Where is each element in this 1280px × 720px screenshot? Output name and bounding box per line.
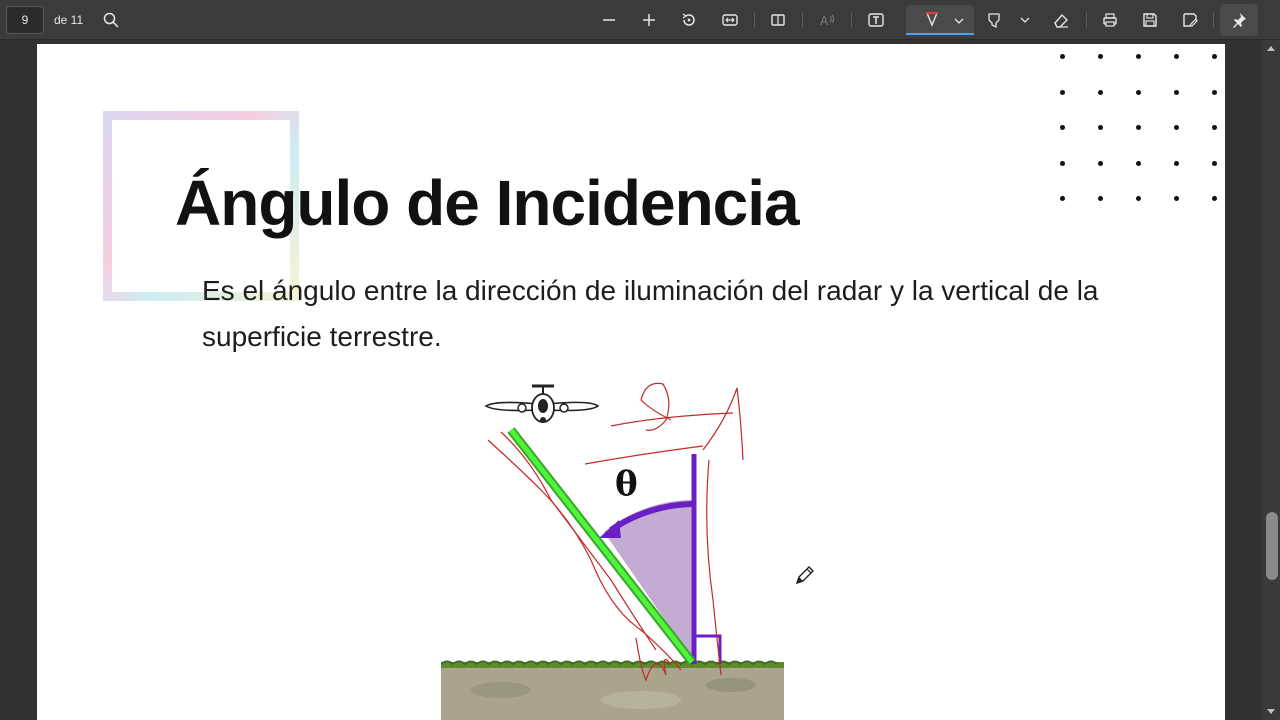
page-view-button[interactable]	[764, 6, 792, 34]
ground-terrain	[441, 660, 784, 720]
decorative-dot	[1174, 125, 1179, 130]
pin-icon	[1233, 13, 1246, 28]
right-angle-marker	[694, 634, 722, 664]
draw-tool-button[interactable]	[906, 5, 974, 35]
scrollbar-thumb[interactable]	[1266, 512, 1278, 580]
pin-toolbar-button[interactable]	[1220, 4, 1258, 36]
print-button[interactable]	[1096, 6, 1124, 34]
decorative-dot	[1098, 89, 1103, 95]
plus-icon	[643, 14, 655, 26]
decorative-dot	[1174, 89, 1179, 95]
decorative-dot	[1060, 125, 1065, 130]
decorative-dot	[1060, 54, 1065, 59]
highlight-button[interactable]	[980, 6, 1008, 34]
decorative-dot	[1098, 196, 1103, 201]
decorative-dot	[1060, 89, 1065, 95]
save-icon	[1143, 13, 1157, 27]
chevron-down-icon	[1020, 17, 1030, 23]
pdf-toolbar: 9 de 11 A	[0, 0, 1280, 40]
zoom-out-button[interactable]	[595, 6, 623, 34]
decorative-dot	[1174, 196, 1179, 201]
read-aloud-icon: A	[820, 14, 834, 28]
decorative-dot	[1174, 54, 1179, 59]
decorative-dot	[1060, 160, 1065, 166]
page-total-label: de 11	[54, 13, 84, 27]
read-aloud-button[interactable]: A	[813, 6, 841, 34]
decorative-dot	[1098, 54, 1103, 59]
decorative-dot	[1174, 160, 1179, 166]
highlight-icon	[988, 13, 1000, 29]
pencil-cursor-icon	[795, 566, 814, 585]
slide-body-text: Es el ángulo entre la dirección de ilumi…	[202, 275, 1099, 352]
airplane-icon	[484, 384, 600, 423]
save-as-icon	[1183, 13, 1198, 27]
decorative-dot	[1212, 196, 1217, 201]
eraser-icon	[1054, 13, 1068, 28]
minus-icon	[603, 19, 615, 21]
eraser-button[interactable]	[1047, 6, 1075, 34]
pdf-page[interactable]: Ángulo de Incidencia Es el ángulo entre …	[37, 44, 1225, 720]
decorative-dot-grid	[1057, 50, 1225, 210]
text-box-icon	[868, 13, 884, 27]
save-button[interactable]	[1136, 6, 1164, 34]
decorative-dot	[1212, 125, 1217, 130]
svg-text:A: A	[820, 14, 829, 28]
search-icon[interactable]	[97, 6, 125, 34]
decorative-dot	[1060, 196, 1065, 201]
decorative-dot	[1136, 196, 1141, 201]
fit-width-button[interactable]	[716, 6, 744, 34]
page-number-input[interactable]: 9	[6, 6, 44, 34]
fit-width-icon	[722, 14, 738, 26]
arrowhead-icon	[599, 520, 621, 538]
decorative-dot	[1136, 160, 1141, 166]
save-as-button[interactable]	[1176, 6, 1204, 34]
decorative-dot	[1212, 89, 1217, 95]
theta-label: θ	[615, 464, 638, 504]
page-view-icon	[771, 14, 785, 26]
chevron-down-icon	[954, 18, 964, 24]
decorative-dot	[1098, 160, 1103, 166]
decorative-dot	[1136, 125, 1141, 130]
scroll-up-arrow-icon[interactable]	[1266, 44, 1276, 52]
scroll-down-arrow-icon[interactable]	[1266, 708, 1276, 716]
print-icon	[1103, 13, 1117, 27]
draw-icon	[925, 12, 939, 27]
decorative-dot	[1212, 160, 1217, 166]
decorative-dot	[1136, 89, 1141, 95]
highlight-options-chevron[interactable]	[1014, 6, 1036, 34]
zoom-in-button[interactable]	[635, 6, 663, 34]
decorative-dot	[1098, 125, 1103, 130]
decorative-dot	[1136, 54, 1141, 59]
text-box-button[interactable]	[862, 6, 890, 34]
rotate-button[interactable]	[675, 6, 703, 34]
vertical-scrollbar[interactable]	[1262, 40, 1280, 720]
slide-title: Ángulo de Incidencia	[175, 167, 800, 239]
incidence-angle-figure	[441, 382, 784, 720]
rotate-icon	[682, 13, 695, 26]
decorative-dot	[1212, 54, 1217, 59]
